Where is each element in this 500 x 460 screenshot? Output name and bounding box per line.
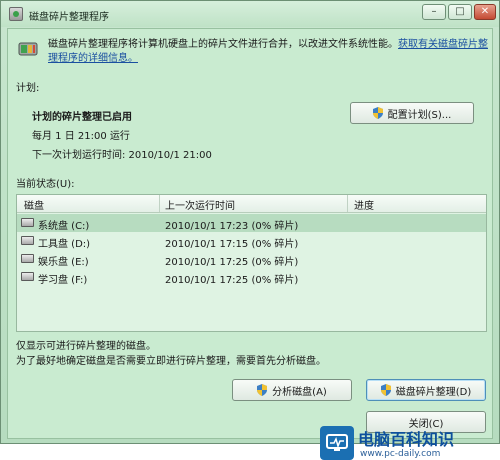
watermark-text: 电脑百科知识 [358,430,455,449]
note-analyze-first: 为了最好地确定磁盘是否需要立即进行碎片整理，需要首先分析磁盘。 [16,356,326,367]
defragment-disk-label: 磁盘碎片整理(D) [395,386,472,398]
note-eligible-disks: 仅显示可进行碎片整理的磁盘。 [16,341,156,352]
hard-drive-icon [21,272,34,281]
app-icon [9,7,23,21]
intro-description: 磁盘碎片整理程序将计算机硬盘上的碎片文件进行合并，以改进文件系统性能。 [48,39,398,50]
col-last-run[interactable]: 上一次运行时间 [165,197,235,212]
current-status-label: 当前状态(U): [16,179,75,190]
close-window-button[interactable]: ✕ [474,4,496,20]
watermark-url: www.pc-daily.com [360,449,441,459]
schedule-status: 计划的碎片整理已启用 [32,112,132,123]
column-divider[interactable] [159,195,160,212]
schedule-label: 计划: [16,83,40,94]
defragment-disk-button[interactable]: 磁盘碎片整理(D) [366,379,486,401]
drive-last-run: 2010/10/1 17:25 (0% 碎片) [165,257,299,268]
intro-text: 磁盘碎片整理程序将计算机硬盘上的碎片文件进行合并，以改进文件系统性能。获取有关磁… [48,38,492,66]
col-disk[interactable]: 磁盘 [24,197,44,212]
table-row[interactable]: 系统盘 (C:) 2010/10/1 17:23 (0% 碎片) [17,214,486,232]
configure-schedule-button[interactable]: 配置计划(S)... [350,102,474,124]
hard-drive-icon [21,254,34,263]
shield-icon [257,384,268,396]
col-progress[interactable]: 进度 [354,197,374,212]
table-header: 磁盘 上一次运行时间 进度 [17,195,486,213]
drive-name: 学习盘 (F:) [38,275,88,286]
configure-schedule-label: 配置计划(S)... [387,109,452,121]
maximize-button[interactable]: □ [448,4,472,20]
title-bar: 磁盘碎片整理程序 – □ ✕ [1,1,499,27]
defrag-window: 磁盘碎片整理程序 – □ ✕ 磁盘碎片整理程序将计算机硬盘上的碎片文件进行合并，… [0,0,500,460]
column-divider[interactable] [347,195,348,212]
window-title: 磁盘碎片整理程序 [29,12,109,23]
drive-name: 娱乐盘 (E:) [38,257,89,268]
schedule-frequency: 每月 1 日 21:00 运行 [32,131,130,142]
analyze-disk-label: 分析磁盘(A) [272,386,327,398]
schedule-next-run: 下一次计划运行时间: 2010/10/1 21:00 [32,150,212,161]
drive-last-run: 2010/10/1 17:25 (0% 碎片) [165,275,299,286]
drive-last-run: 2010/10/1 17:23 (0% 碎片) [165,221,299,232]
disk-status-table: 磁盘 上一次运行时间 进度 系统盘 (C:) 2010/10/1 17:23 (… [16,194,487,332]
drive-name: 系统盘 (C:) [38,221,90,232]
system-drive-icon [21,218,34,227]
disk-defrag-icon [18,42,38,56]
shield-icon [372,107,383,119]
hard-drive-icon [21,236,34,245]
shield-icon [380,384,391,396]
table-row[interactable]: 学习盘 (F:) 2010/10/1 17:25 (0% 碎片) [17,268,486,286]
watermark-logo [320,426,354,460]
main-content: 磁盘碎片整理程序将计算机硬盘上的碎片文件进行合并，以改进文件系统性能。获取有关磁… [7,28,493,460]
table-row[interactable]: 娱乐盘 (E:) 2010/10/1 17:25 (0% 碎片) [17,250,486,268]
drive-last-run: 2010/10/1 17:15 (0% 碎片) [165,239,299,250]
analyze-disk-button[interactable]: 分析磁盘(A) [232,379,352,401]
drive-name: 工具盘 (D:) [38,239,91,250]
minimize-button[interactable]: – [422,4,446,20]
table-row[interactable]: 工具盘 (D:) 2010/10/1 17:15 (0% 碎片) [17,232,486,250]
monitor-icon [326,434,348,451]
